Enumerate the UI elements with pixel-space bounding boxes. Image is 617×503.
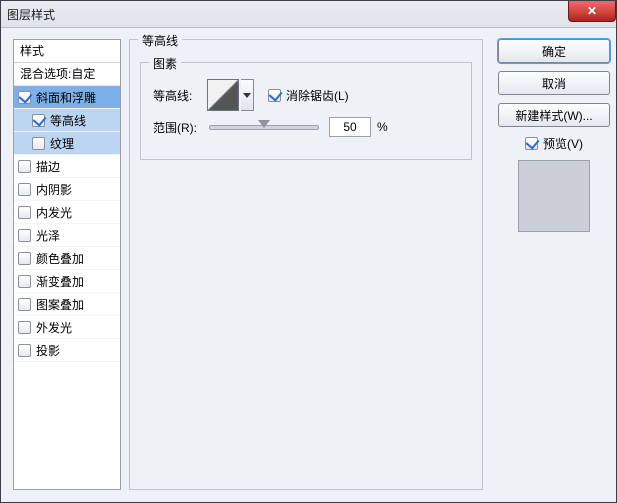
style-row-4[interactable]: 内阴影	[14, 178, 120, 201]
style-label: 内发光	[36, 204, 72, 221]
ok-button[interactable]: 确定	[498, 39, 610, 63]
layer-style-dialog: 图层样式 ✕ 样式 混合选项:自定 斜面和浮雕等高线纹理描边内阴影内发光光泽颜色…	[0, 0, 617, 503]
style-label: 纹理	[50, 135, 74, 152]
style-row-2[interactable]: 纹理	[14, 132, 120, 155]
window-title: 图层样式	[7, 6, 55, 23]
style-label: 斜面和浮雕	[36, 89, 96, 106]
range-unit: %	[377, 120, 388, 134]
style-row-9[interactable]: 图案叠加	[14, 293, 120, 316]
style-checkbox[interactable]	[18, 206, 31, 219]
elements-legend: 图素	[149, 55, 181, 72]
style-label: 内阴影	[36, 181, 72, 198]
style-checkbox[interactable]	[18, 344, 31, 357]
style-row-10[interactable]: 外发光	[14, 316, 120, 339]
style-checkbox[interactable]	[18, 183, 31, 196]
close-icon: ✕	[587, 4, 597, 18]
titlebar[interactable]: 图层样式 ✕	[1, 1, 616, 28]
antialias-label: 消除锯齿(L)	[286, 87, 349, 104]
style-label: 投影	[36, 342, 60, 359]
antialias-checkbox[interactable]	[268, 89, 281, 102]
style-label: 光泽	[36, 227, 60, 244]
style-checkbox[interactable]	[18, 229, 31, 242]
settings-panel: 等高线 图素 等高线: 消除锯齿(L) 范围(R):	[129, 39, 483, 490]
contour-dropdown[interactable]	[241, 79, 254, 111]
style-row-6[interactable]: 光泽	[14, 224, 120, 247]
style-row-8[interactable]: 渐变叠加	[14, 270, 120, 293]
styles-list: 斜面和浮雕等高线纹理描边内阴影内发光光泽颜色叠加渐变叠加图案叠加外发光投影	[14, 86, 120, 362]
style-checkbox[interactable]	[18, 275, 31, 288]
contour-picker[interactable]	[207, 79, 239, 111]
preview-label: 预览(V)	[543, 135, 583, 152]
style-checkbox[interactable]	[32, 114, 45, 127]
style-row-5[interactable]: 内发光	[14, 201, 120, 224]
range-row: 范围(R): 50 %	[153, 115, 459, 139]
style-row-3[interactable]: 描边	[14, 155, 120, 178]
dialog-body: 样式 混合选项:自定 斜面和浮雕等高线纹理描边内阴影内发光光泽颜色叠加渐变叠加图…	[7, 33, 610, 496]
style-checkbox[interactable]	[32, 137, 45, 150]
blend-options-row[interactable]: 混合选项:自定	[14, 63, 120, 86]
style-checkbox[interactable]	[18, 298, 31, 311]
range-slider[interactable]	[209, 125, 319, 130]
range-input[interactable]: 50	[329, 117, 371, 137]
style-label: 图案叠加	[36, 296, 84, 313]
close-button[interactable]: ✕	[568, 1, 616, 22]
preview-checkbox[interactable]	[525, 137, 538, 150]
style-label: 外发光	[36, 319, 72, 336]
elements-fieldset: 图素 等高线: 消除锯齿(L) 范围(R): 50	[140, 62, 472, 160]
new-style-button[interactable]: 新建样式(W)...	[498, 103, 610, 127]
styles-header: 样式	[14, 40, 120, 63]
style-row-11[interactable]: 投影	[14, 339, 120, 362]
style-label: 颜色叠加	[36, 250, 84, 267]
styles-panel: 样式 混合选项:自定 斜面和浮雕等高线纹理描边内阴影内发光光泽颜色叠加渐变叠加图…	[13, 39, 121, 490]
contour-label: 等高线:	[153, 87, 205, 104]
slider-thumb-icon[interactable]	[258, 120, 270, 128]
style-checkbox[interactable]	[18, 321, 31, 334]
contour-row: 等高线: 消除锯齿(L)	[153, 83, 459, 107]
style-checkbox[interactable]	[18, 91, 31, 104]
cancel-button[interactable]: 取消	[498, 71, 610, 95]
contour-fieldset: 等高线 图素 等高线: 消除锯齿(L) 范围(R):	[129, 39, 483, 490]
style-checkbox[interactable]	[18, 160, 31, 173]
style-row-0[interactable]: 斜面和浮雕	[14, 86, 120, 109]
style-label: 等高线	[50, 112, 86, 129]
style-label: 描边	[36, 158, 60, 175]
preview-row: 预览(V)	[498, 135, 610, 152]
contour-legend: 等高线	[138, 32, 182, 49]
style-row-7[interactable]: 颜色叠加	[14, 247, 120, 270]
right-panel: 确定 取消 新建样式(W)... 预览(V)	[498, 39, 610, 232]
preview-swatch	[518, 160, 590, 232]
style-row-1[interactable]: 等高线	[14, 109, 120, 132]
style-label: 渐变叠加	[36, 273, 84, 290]
style-checkbox[interactable]	[18, 252, 31, 265]
range-label: 范围(R):	[153, 119, 205, 136]
